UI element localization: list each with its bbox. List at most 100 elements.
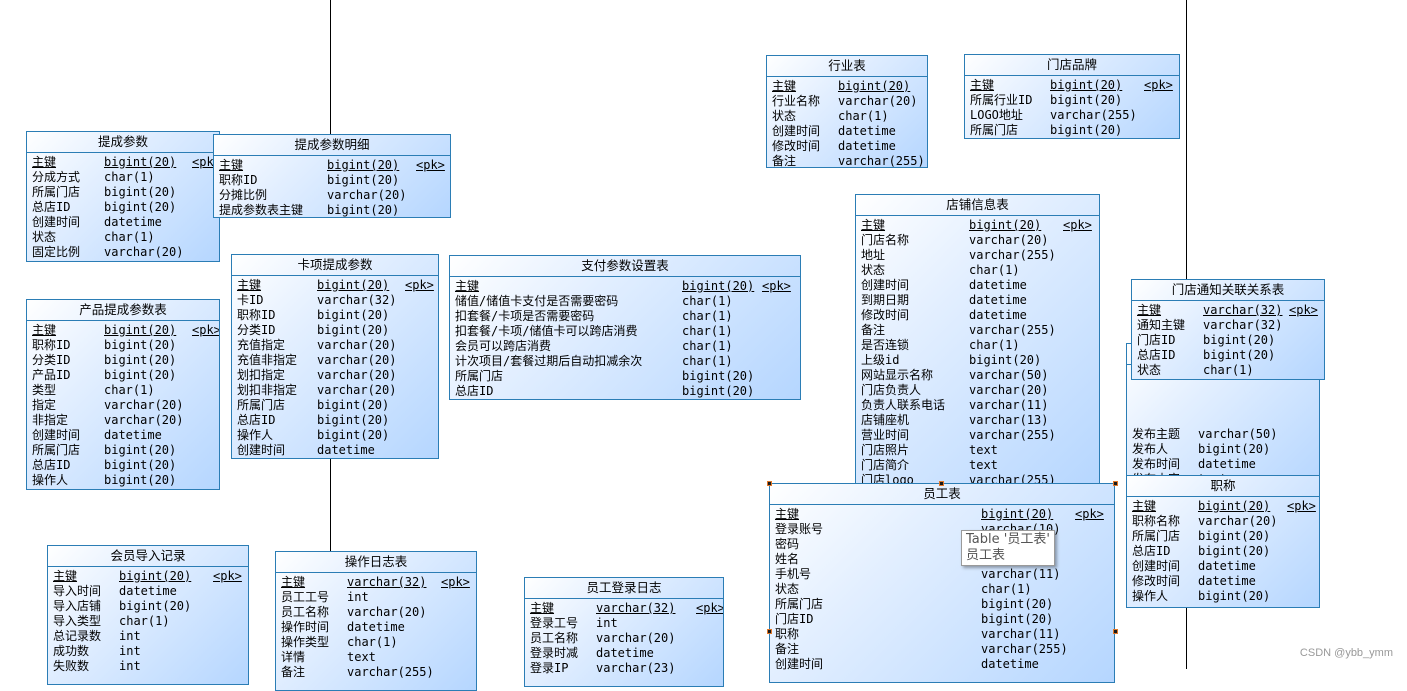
- column-type: varchar(255): [969, 323, 1056, 337]
- column-type: char(1): [838, 109, 889, 123]
- table-columns: 主键 bigint(20) <pk> 导入时间 datetime 导入店铺 bigint(2…: [48, 567, 248, 674]
- table-employee-login-log[interactable]: 员工登录日志 主键 varchar(32) <pk> 登录工号 int 员工名称 varcha…: [524, 577, 724, 687]
- table-payment-settings[interactable]: 支付参数设置表 主键 bigint(20) <pk> 储值/储值卡支付是否需要密码 cha…: [449, 255, 801, 400]
- column-row: 修改时间 datetime: [1132, 574, 1319, 589]
- column-row: 产品ID bigint(20): [32, 368, 219, 383]
- column-row: 计次项目/套餐过期后自动扣减余次 char(1): [455, 354, 800, 369]
- column-type: char(1): [104, 170, 155, 184]
- column-row: 分成方式 char(1): [32, 170, 219, 185]
- column-key: <pk>: [405, 278, 434, 292]
- column-row: 所属行业ID bigint(20): [970, 93, 1179, 108]
- column-row: 职称ID bigint(20): [219, 173, 450, 188]
- column-type: varchar(20): [327, 188, 407, 202]
- column-name: 储值/储值卡支付是否需要密码: [455, 294, 619, 308]
- column-row: 主键 varchar(32) <pk>: [530, 601, 723, 616]
- column-name: 手机号: [775, 567, 812, 581]
- column-type: bigint(20): [969, 353, 1042, 367]
- column-row: 划扣指定 varchar(20): [237, 368, 438, 383]
- table-store-info[interactable]: 店铺信息表 主键 bigint(20) <pk> 门店名称 varchar(20) 地址 va…: [855, 194, 1100, 494]
- selection-handle[interactable]: [767, 481, 772, 486]
- table-member-import[interactable]: 会员导入记录 主键 bigint(20) <pk> 导入时间 datetime 导入店铺 bi…: [47, 545, 249, 685]
- column-name: 主键: [53, 569, 78, 583]
- column-type: int: [119, 629, 141, 643]
- table-commission-params[interactable]: 提成参数 主键 bigint(20) <pk> 分成方式 char(1) 所属门店 bigin…: [26, 131, 220, 262]
- column-type: datetime: [347, 620, 405, 634]
- column-name: 地址: [861, 248, 886, 262]
- column-type: bigint(20): [317, 278, 390, 292]
- table-industry[interactable]: 行业表 主键 bigint(20) 行业名称 varchar(20) 状态 char(1) 创…: [766, 55, 928, 168]
- column-name: 分类ID: [237, 323, 276, 337]
- table-job-title[interactable]: 职称 主键 bigint(20) <pk> 职称名称 varchar(20) 所属门店 big…: [1126, 475, 1320, 608]
- selection-handle[interactable]: [767, 629, 772, 634]
- column-type: bigint(20): [104, 323, 177, 337]
- column-name: 是否连锁: [861, 338, 910, 352]
- column-name: 备注: [772, 154, 797, 168]
- column-name: 总店ID: [1132, 544, 1171, 558]
- column-type: bigint(20): [838, 79, 911, 93]
- column-name: 修改时间: [772, 139, 821, 153]
- column-row: 手机号 varchar(11): [775, 567, 1114, 582]
- column-row: LOGO地址 varchar(255): [970, 108, 1179, 123]
- column-name: 创建时间: [237, 443, 286, 457]
- table-product-commission-params[interactable]: 产品提成参数表 主键 bigint(20) <pk> 职称ID bigint(20) 分类I…: [26, 299, 220, 490]
- table-employee[interactable]: 员工表 主键 bigint(20) <pk> 登录账号 varchar(10) 密码 姓名 手机…: [769, 483, 1115, 683]
- column-type: datetime: [969, 308, 1027, 322]
- column-type: bigint(20): [682, 384, 755, 398]
- column-name: 主键: [1137, 303, 1162, 317]
- column-type: datetime: [1198, 574, 1256, 588]
- column-type: varchar(11): [969, 398, 1049, 412]
- column-row: 总店ID bigint(20): [1132, 544, 1319, 559]
- column-row: 修改时间 datetime: [861, 308, 1099, 323]
- selection-handle[interactable]: [939, 481, 944, 486]
- column-row: 门店简介 text: [861, 458, 1099, 473]
- column-type: varchar(20): [317, 383, 397, 397]
- column-row: 行业名称 varchar(20): [772, 94, 927, 109]
- column-row: 会员可以跨店消费 char(1): [455, 339, 800, 354]
- table-store-notice-relation[interactable]: 门店通知关联关系表 主键 varchar(32) <pk> 通知主键 varchar(32…: [1131, 279, 1325, 380]
- column-type: varchar(255): [969, 428, 1056, 442]
- column-name: 门店负责人: [861, 383, 922, 397]
- column-row: 分类ID bigint(20): [32, 353, 219, 368]
- column-type: varchar(20): [104, 413, 184, 427]
- table-columns: 主键 bigint(20) <pk> 职称ID bigint(20) 分摊比例 varcha…: [214, 156, 450, 217]
- column-row: 导入店铺 bigint(20): [53, 599, 248, 614]
- column-row: 状态 char(1): [861, 263, 1099, 278]
- column-type: varchar(20): [347, 605, 427, 619]
- column-row: 详情 text: [281, 650, 476, 665]
- table-columns: 主键 bigint(20) <pk> 职称名称 varchar(20) 所属门店 bigin…: [1127, 497, 1319, 604]
- column-type: bigint(20): [104, 200, 177, 214]
- table-store-brand[interactable]: 门店品牌 主键 bigint(20) <pk> 所属行业ID bigint(20) LOGO…: [964, 54, 1180, 139]
- column-row: 状态 char(1): [32, 230, 219, 245]
- table-columns: 主键 bigint(20) <pk> 卡ID varchar(32) 职称ID bigint…: [232, 276, 438, 458]
- column-name: 操作类型: [281, 635, 330, 649]
- column-type: datetime: [838, 139, 896, 153]
- table-operation-log[interactable]: 操作日志表 主键 varchar(32) <pk> 员工工号 int 员工名称 varchar…: [275, 551, 477, 691]
- column-name: 备注: [775, 642, 800, 656]
- column-name: 创建时间: [32, 428, 81, 442]
- column-row: 所属门店 bigint(20): [32, 185, 219, 200]
- table-commission-param-detail[interactable]: 提成参数明细 主键 bigint(20) <pk> 职称ID bigint(20) 分摊比例…: [213, 134, 451, 218]
- selection-handle[interactable]: [1113, 629, 1118, 634]
- column-row: 分类ID bigint(20): [237, 323, 438, 338]
- column-type: datetime: [969, 278, 1027, 292]
- selection-handle[interactable]: [1113, 481, 1118, 486]
- column-name: 备注: [861, 323, 886, 337]
- column-type: bigint(20): [119, 599, 192, 613]
- column-type: varchar(50): [969, 368, 1049, 382]
- column-key: <pk>: [192, 323, 220, 337]
- table-card-commission-params[interactable]: 卡项提成参数 主键 bigint(20) <pk> 卡ID varchar(32) 职称ID…: [231, 254, 439, 459]
- column-row: 操作人 bigint(20): [237, 428, 438, 443]
- column-type: bigint(20): [119, 569, 192, 583]
- column-name: 所属门店: [1132, 529, 1181, 543]
- column-type: varchar(32): [347, 575, 427, 589]
- column-type: varchar(255): [838, 154, 925, 168]
- column-name: 状态: [772, 109, 797, 123]
- column-row: 创建时间 datetime: [32, 215, 219, 230]
- column-name: 通知主键: [1137, 318, 1186, 332]
- column-name: 主键: [970, 78, 995, 92]
- column-name: 总店ID: [32, 200, 71, 214]
- table-columns: 主键 bigint(20) <pk> 职称ID bigint(20) 分类ID bigint…: [27, 321, 219, 488]
- column-type: bigint(20): [104, 155, 177, 169]
- column-type: bigint(20): [104, 338, 177, 352]
- column-row: 非指定 varchar(20): [32, 413, 219, 428]
